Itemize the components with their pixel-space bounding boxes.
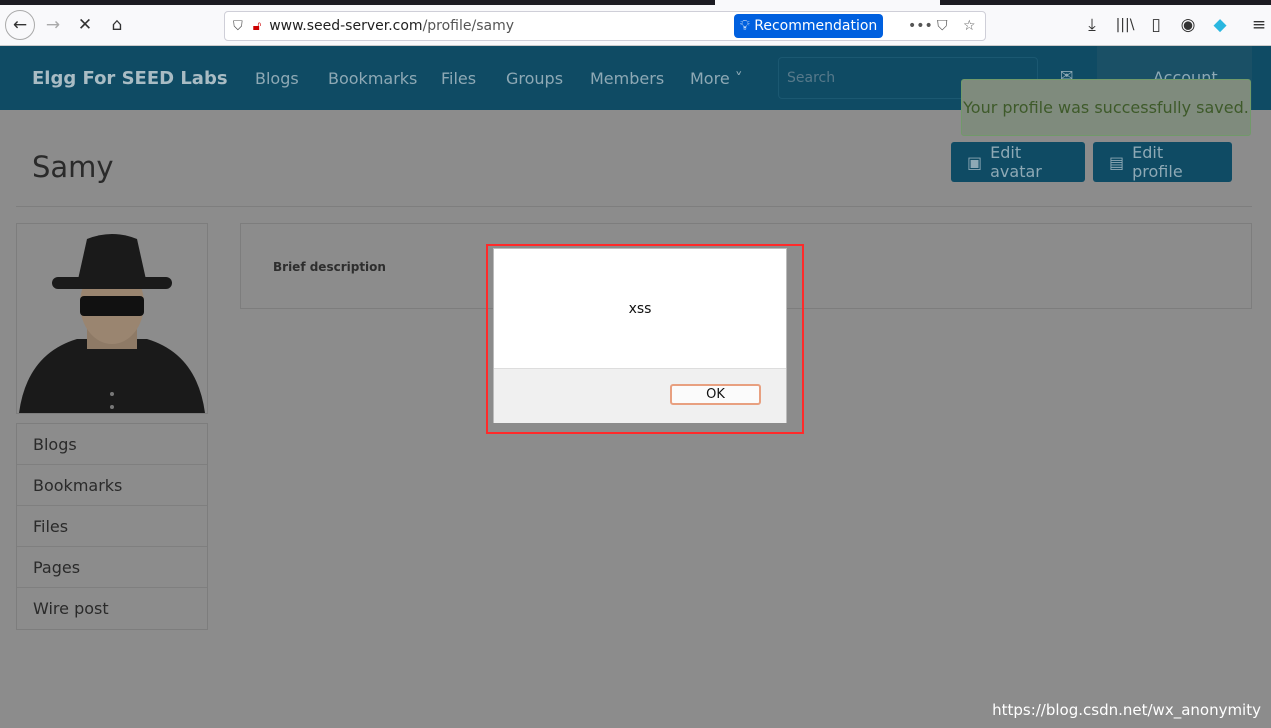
sidebar-item-pages[interactable]: Pages — [17, 547, 207, 588]
edit-avatar-label: Edit avatar — [990, 143, 1042, 181]
forward-icon[interactable]: → — [38, 10, 68, 40]
nav-files[interactable]: Files — [441, 69, 476, 88]
avatar — [16, 223, 208, 414]
lightbulb-icon: 💡︎ — [740, 18, 750, 34]
page-title: Samy — [32, 150, 114, 184]
download-icon[interactable]: ⤓ — [1077, 10, 1107, 40]
more-icon[interactable]: ••• — [908, 18, 933, 34]
divider — [16, 206, 1252, 207]
url-host: www.seed-server.com — [269, 18, 423, 34]
nav-bookmarks[interactable]: Bookmarks — [328, 69, 417, 88]
nav-members[interactable]: Members — [590, 69, 664, 88]
account-icon[interactable]: ◉ — [1173, 10, 1203, 40]
bookmark-star-icon[interactable]: ☆ — [963, 18, 976, 34]
sidebar-item-bookmarks[interactable]: Bookmarks — [17, 465, 207, 506]
nav-more[interactable]: More ˅ — [690, 69, 743, 88]
back-icon[interactable]: ← — [5, 10, 35, 40]
extension-icon[interactable]: ◆ — [1205, 10, 1235, 40]
pocket-icon[interactable]: ⛉ — [937, 18, 948, 34]
ok-button[interactable]: OK — [670, 384, 761, 405]
shield-icon: ⛉ — [233, 18, 243, 34]
url-path: /profile/samy — [422, 18, 515, 34]
nav-blogs[interactable]: Blogs — [255, 69, 299, 88]
site-brand[interactable]: Elgg For SEED Labs — [32, 68, 228, 89]
sidebar-item-wire-post[interactable]: Wire post — [17, 588, 207, 629]
library-icon[interactable]: |||\ — [1110, 10, 1140, 40]
home-icon[interactable]: ⌂ — [102, 10, 132, 40]
browser-toolbar: ← → ✕ ⌂ ⛉ 🔓︎ www.seed-server.com/profile… — [0, 5, 1271, 46]
stop-icon[interactable]: ✕ — [70, 10, 100, 40]
insecure-lock-icon: 🔓︎ — [252, 18, 262, 34]
nav-groups[interactable]: Groups — [506, 69, 563, 88]
brief-description-label: Brief description — [273, 260, 386, 274]
alert-footer: OK — [494, 368, 786, 423]
recommendation-label: Recommendation — [754, 18, 878, 34]
edit-profile-label: Edit profile — [1132, 143, 1183, 181]
id-card-icon: ▤ — [1109, 152, 1125, 172]
sidebar-item-blogs[interactable]: Blogs — [17, 424, 207, 465]
edit-avatar-button[interactable]: ▣ Edit avatar — [951, 142, 1085, 182]
sidebar-icon[interactable]: ▯ — [1141, 10, 1171, 40]
url-bar[interactable]: ⛉ 🔓︎ www.seed-server.com/profile/samy 💡︎… — [224, 11, 986, 41]
alert-message: xss — [628, 300, 652, 317]
image-icon: ▣ — [967, 152, 983, 172]
success-toast[interactable]: Your profile was successfully saved. — [961, 79, 1251, 136]
menu-icon[interactable]: ≡ — [1244, 10, 1271, 40]
owner-block-menu: Blogs Bookmarks Files Pages Wire post — [16, 423, 208, 630]
alert-dialog: xss OK — [493, 248, 787, 423]
edit-profile-button[interactable]: ▤ Edit profile — [1093, 142, 1232, 182]
sidebar-item-files[interactable]: Files — [17, 506, 207, 547]
watermark: https://blog.csdn.net/wx_anonymity — [992, 701, 1261, 719]
recommendation-button[interactable]: 💡︎ Recommendation — [734, 14, 884, 38]
